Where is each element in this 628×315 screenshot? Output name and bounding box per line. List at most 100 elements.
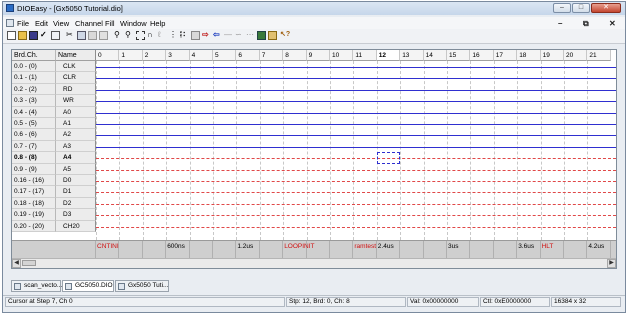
annotation-cell[interactable] bbox=[213, 241, 237, 259]
channel-brd-label[interactable]: 0.9 - (9) bbox=[12, 163, 56, 175]
minimize-button[interactable]: – bbox=[553, 3, 571, 13]
line-icon[interactable]: — bbox=[224, 31, 233, 40]
channel-brd-label[interactable]: 0.5 - (5) bbox=[12, 118, 56, 130]
step-header[interactable]: 14 bbox=[423, 50, 447, 61]
matrix-icon[interactable]: ∷ bbox=[180, 31, 189, 40]
cut-icon[interactable]: ✂ bbox=[66, 31, 75, 40]
channel-name[interactable]: D2 bbox=[56, 197, 96, 210]
signal-trace[interactable] bbox=[96, 192, 616, 194]
menu-file[interactable]: File bbox=[17, 19, 29, 28]
tab-gc5050[interactable]: GC5050.DIO bbox=[62, 280, 114, 292]
copy-icon[interactable] bbox=[77, 31, 86, 40]
channel-name[interactable]: A1 bbox=[56, 118, 96, 130]
channel-name[interactable]: A0 bbox=[56, 106, 96, 118]
channel-brd-label[interactable]: 0.4 - (4) bbox=[12, 106, 56, 118]
step-header[interactable]: 10 bbox=[330, 50, 354, 61]
step-header[interactable]: 18 bbox=[517, 50, 541, 61]
display-icon[interactable] bbox=[257, 31, 266, 40]
step-header[interactable]: 15 bbox=[447, 50, 471, 61]
mdi-close-button[interactable]: ✕ bbox=[609, 19, 616, 28]
signal-trace[interactable] bbox=[96, 124, 616, 125]
ramp-icon[interactable]: ∽ bbox=[235, 31, 244, 40]
channel-brd-label[interactable]: 0.3 - (3) bbox=[12, 95, 56, 107]
channel-name[interactable]: RD bbox=[56, 83, 96, 96]
channel-brd-label[interactable]: 0.1 - (1) bbox=[12, 72, 56, 84]
annotation-cell[interactable] bbox=[330, 241, 354, 259]
step-header[interactable]: 12 bbox=[376, 50, 401, 61]
signal-trace[interactable] bbox=[96, 226, 616, 228]
table-icon[interactable] bbox=[268, 31, 277, 40]
scroll-right-icon[interactable]: ▶ bbox=[607, 259, 616, 268]
step-header[interactable]: 9 bbox=[306, 50, 330, 61]
signal-disabled-icon[interactable]: ℓ bbox=[158, 31, 167, 40]
signal-trace[interactable] bbox=[96, 181, 616, 182]
menu-help[interactable]: Help bbox=[150, 19, 165, 28]
search-icon[interactable]: ⚲ bbox=[114, 31, 123, 40]
step-header[interactable]: 21 bbox=[587, 50, 611, 61]
paste-icon[interactable] bbox=[88, 31, 97, 40]
new-file-icon[interactable] bbox=[7, 31, 16, 40]
signal-trace[interactable] bbox=[96, 78, 616, 80]
channel-name[interactable]: CLK bbox=[56, 61, 96, 73]
fill-icon[interactable] bbox=[191, 31, 200, 40]
channel-name[interactable]: CH20 bbox=[56, 220, 96, 232]
menu-window[interactable]: Window bbox=[120, 19, 147, 28]
step-header[interactable]: 6 bbox=[236, 50, 260, 61]
mdi-minimize-button[interactable]: – bbox=[558, 19, 562, 28]
step-header[interactable]: 8 bbox=[283, 50, 307, 61]
insert-blue-icon[interactable]: ⇦ bbox=[213, 31, 222, 40]
column-header-brd-ch[interactable]: Brd.Ch. bbox=[12, 50, 56, 61]
grid-icon[interactable]: ⋮⋮ bbox=[169, 31, 185, 40]
dash-line-icon[interactable]: ⋯ bbox=[246, 31, 255, 40]
channel-brd-label[interactable]: 0.19 - (19) bbox=[12, 209, 56, 221]
open-folder-icon[interactable] bbox=[18, 31, 27, 40]
step-header[interactable]: 4 bbox=[189, 50, 213, 61]
scroll-thumb[interactable] bbox=[22, 260, 36, 266]
step-header[interactable]: 0 bbox=[96, 50, 120, 61]
column-header-name[interactable]: Name bbox=[56, 50, 96, 61]
signal-trace[interactable] bbox=[96, 89, 616, 91]
channel-name[interactable]: D0 bbox=[56, 175, 96, 187]
tab-gx5050-tutorial[interactable]: Gx5050 Tuti... bbox=[115, 280, 169, 292]
document-icon[interactable] bbox=[6, 19, 14, 27]
channel-brd-label[interactable]: 0.0 - (0) bbox=[12, 61, 56, 73]
channel-brd-label[interactable]: 0.17 - (17) bbox=[12, 186, 56, 198]
step-header[interactable]: 17 bbox=[493, 50, 518, 61]
channel-brd-label[interactable]: 0.20 - (20) bbox=[12, 220, 56, 232]
zoom-fit-icon[interactable] bbox=[136, 31, 145, 40]
annotation-cell[interactable] bbox=[564, 241, 588, 259]
window-icon[interactable] bbox=[51, 31, 60, 40]
annotation-cell[interactable] bbox=[119, 241, 143, 259]
mdi-restore-button[interactable]: ⧉ bbox=[583, 19, 589, 29]
step-header[interactable]: 19 bbox=[540, 50, 564, 61]
waveform-icon[interactable]: ∩ bbox=[147, 31, 156, 40]
signal-trace[interactable] bbox=[96, 215, 616, 217]
channel-name[interactable]: D3 bbox=[56, 209, 96, 221]
channel-name[interactable]: WR bbox=[56, 95, 96, 107]
annotation-cell[interactable] bbox=[494, 241, 518, 259]
signal-trace[interactable] bbox=[96, 135, 616, 137]
zoom-icon[interactable]: ⚲ bbox=[125, 31, 134, 40]
channel-name[interactable]: A2 bbox=[56, 129, 96, 141]
horizontal-scrollbar[interactable]: ◀ ▶ bbox=[12, 258, 616, 268]
step-header[interactable]: 7 bbox=[259, 50, 284, 61]
annotation-cell[interactable] bbox=[143, 241, 167, 259]
annotation-cell[interactable] bbox=[190, 241, 213, 259]
annotation-cell[interactable] bbox=[260, 241, 284, 259]
step-header[interactable]: 20 bbox=[564, 50, 588, 61]
signal-trace[interactable] bbox=[96, 146, 616, 148]
channel-brd-label[interactable]: 0.2 - (2) bbox=[12, 83, 56, 96]
save-icon[interactable] bbox=[29, 31, 38, 40]
annotation-cell[interactable] bbox=[470, 241, 494, 259]
channel-name[interactable]: A5 bbox=[56, 163, 96, 175]
help-cursor-icon[interactable]: ↖? bbox=[280, 31, 290, 40]
channel-name[interactable]: A4 bbox=[56, 152, 96, 164]
scroll-left-icon[interactable]: ◀ bbox=[12, 259, 21, 268]
channel-name[interactable]: A3 bbox=[56, 140, 96, 153]
duplicate-icon[interactable] bbox=[99, 31, 108, 40]
step-header[interactable]: 1 bbox=[119, 50, 143, 61]
step-header[interactable]: 11 bbox=[353, 50, 377, 61]
channel-brd-label[interactable]: 0.6 - (6) bbox=[12, 129, 56, 141]
close-button[interactable]: ✕ bbox=[591, 3, 621, 13]
channel-name[interactable]: CLR bbox=[56, 72, 96, 84]
